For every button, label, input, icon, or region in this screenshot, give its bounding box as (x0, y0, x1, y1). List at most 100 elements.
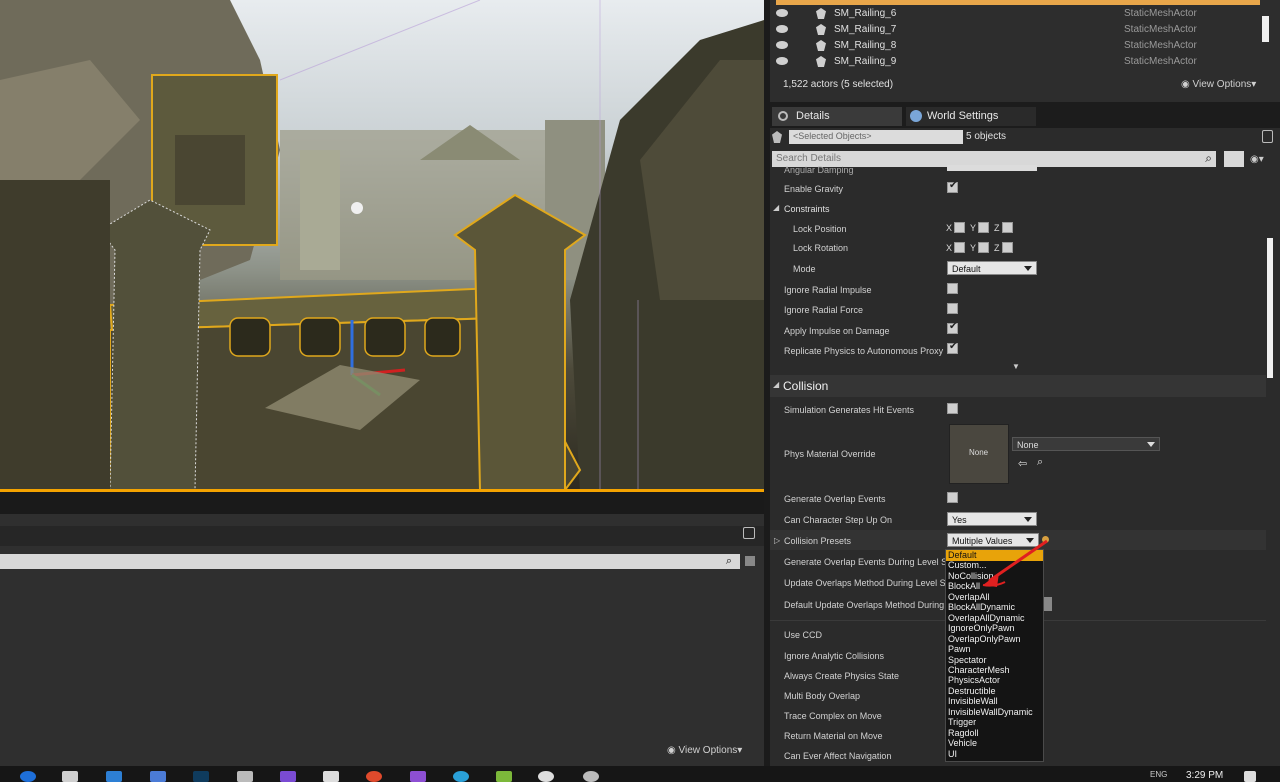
lock-rotation-label: Lock Rotation (793, 243, 849, 253)
axis-x-label: X (946, 243, 953, 253)
chevron-down-icon (1024, 517, 1032, 522)
dropdown-option[interactable]: OverlapAllDynamic (948, 613, 1025, 623)
bottom-view-options-button[interactable]: ◉ View Options▾ (667, 745, 742, 756)
dropdown-option[interactable]: Default (948, 550, 977, 560)
dropdown-option[interactable]: Pawn (948, 644, 971, 654)
actor-name: SM_Railing_7 (834, 24, 897, 35)
outliner-row[interactable]: SM_Railing_6 StaticMeshActor (776, 6, 1260, 22)
viber-icon[interactable] (280, 771, 296, 782)
replicate-physics-checkbox[interactable] (947, 341, 958, 354)
dropdown-option[interactable]: Vehicle (948, 738, 977, 748)
collision-category-header[interactable]: ◢ Collision (770, 375, 1266, 397)
angular-damping-field[interactable] (947, 165, 1037, 171)
dropdown-option[interactable]: Ragdoll (948, 728, 979, 738)
outliner-selected-row[interactable] (776, 0, 1260, 5)
actor-type: StaticMeshActor (1124, 56, 1197, 67)
browse-search-icon[interactable]: ⌕ (1037, 456, 1043, 469)
details-scrollbar[interactable] (1267, 238, 1273, 378)
use-selected-arrow-icon[interactable]: ⇦ (1018, 457, 1027, 470)
chrome-icon[interactable] (366, 771, 382, 782)
outliner-scrollbar[interactable] (1262, 16, 1269, 42)
visibility-icon[interactable] (776, 25, 788, 33)
dropdown-option[interactable]: Destructible (948, 686, 996, 696)
visibility-icon[interactable] (776, 41, 788, 49)
always-create-physics-label: Always Create Physics State (784, 671, 900, 681)
collapse-triangle-icon[interactable]: ◢ (773, 203, 779, 212)
explorer-icon[interactable] (237, 771, 253, 782)
dropdown-option[interactable]: IgnoreOnlyPawn (948, 623, 1015, 633)
axis-z-label: Z (994, 243, 1000, 253)
dropdown-option[interactable]: InvisibleWallDynamic (948, 707, 1033, 717)
lock-position-z-checkbox[interactable] (1002, 222, 1013, 233)
dropdown-option[interactable]: BlockAllDynamic (948, 602, 1015, 612)
dropdown-option[interactable]: UI (948, 749, 957, 759)
view-options-label: View Options (678, 745, 738, 756)
content-search-input[interactable]: ⌕ (0, 554, 740, 569)
ignore-radial-force-checkbox[interactable] (947, 303, 958, 314)
toolbox-icon[interactable] (62, 771, 78, 782)
actor-count: 1,522 actors (5 selected) (783, 79, 894, 90)
apply-impulse-checkbox[interactable] (947, 321, 958, 334)
expand-triangle-icon[interactable]: ▷ (774, 536, 780, 545)
lock-icon[interactable] (743, 527, 755, 539)
outliner-row[interactable]: SM_Railing_8 StaticMeshActor (776, 38, 1260, 54)
app-icon[interactable] (496, 771, 512, 782)
grid-view-icon[interactable] (1224, 151, 1244, 167)
edge-icon[interactable] (106, 771, 122, 782)
save-icon[interactable] (745, 556, 755, 566)
lock-rotation-z-checkbox[interactable] (1002, 242, 1013, 253)
search-icon[interactable]: ⌕ (726, 555, 732, 568)
lock-icon[interactable] (1262, 130, 1273, 143)
tab-details[interactable]: Details (772, 107, 902, 126)
notification-icon[interactable] (1244, 771, 1256, 782)
ignore-radial-force-label: Ignore Radial Force (784, 305, 864, 315)
enable-gravity-checkbox[interactable] (947, 180, 958, 193)
unreal-engine-icon[interactable] (538, 771, 554, 782)
outliner-view-options-button[interactable]: ◉ View Options▾ (1181, 79, 1256, 90)
start-icon[interactable] (20, 771, 36, 782)
visibility-icon[interactable] (776, 57, 788, 65)
actor-name: SM_Railing_6 (834, 8, 897, 19)
lock-rotation-x-checkbox[interactable] (954, 242, 965, 253)
settings-gear-icon[interactable] (323, 771, 339, 782)
lock-position-label: Lock Position (793, 224, 847, 234)
eye-visibility-icon[interactable]: ◉▾ (1250, 154, 1264, 165)
lock-position-x-checkbox[interactable] (954, 222, 965, 233)
sim-hit-events-checkbox[interactable] (947, 403, 958, 414)
app-icon[interactable] (583, 771, 599, 782)
level-viewport[interactable] (0, 0, 764, 492)
lock-rotation-y-checkbox[interactable] (978, 242, 989, 253)
dropdown-option[interactable]: CharacterMesh (948, 665, 1010, 675)
language-indicator[interactable]: ENG (1150, 770, 1167, 779)
telegram-icon[interactable] (453, 771, 469, 782)
selected-objects-field[interactable]: <Selected Objects> (789, 130, 963, 144)
search-icon[interactable]: ⌕ (1205, 151, 1212, 166)
collision-presets-label: Collision Presets (784, 536, 852, 546)
phys-material-combo[interactable]: None (1012, 437, 1160, 451)
apply-impulse-label: Apply Impulse on Damage (784, 326, 890, 336)
visual-studio-icon[interactable] (410, 771, 426, 782)
save-app-icon[interactable] (150, 771, 166, 782)
lock-position-y-checkbox[interactable] (978, 222, 989, 233)
can-step-up-value: Yes (952, 515, 967, 525)
outliner-row[interactable]: SM_Railing_9 StaticMeshActor (776, 54, 1260, 70)
content-panel (0, 514, 764, 766)
dropdown-option[interactable]: OverlapOnlyPawn (948, 634, 1021, 644)
gen-overlap-events-checkbox[interactable] (947, 492, 958, 503)
advanced-expand-icon[interactable]: ▼ (1012, 362, 1020, 371)
clock[interactable]: 3:29 PM (1186, 770, 1223, 781)
photoshop-icon[interactable] (193, 771, 209, 782)
outliner-row[interactable]: SM_Railing_7 StaticMeshActor (776, 22, 1260, 38)
dropdown-option[interactable]: Spectator (948, 655, 987, 665)
tab-world-settings[interactable]: World Settings (906, 107, 1036, 126)
sim-hit-events-label: Simulation Generates Hit Events (784, 405, 915, 415)
dropdown-option[interactable]: PhysicsActor (948, 675, 1000, 685)
dropdown-option[interactable]: InvisibleWall (948, 696, 998, 706)
dropdown-option[interactable]: Trigger (948, 717, 976, 727)
visibility-icon[interactable] (776, 9, 788, 17)
ignore-radial-impulse-checkbox[interactable] (947, 283, 958, 294)
can-step-up-combo[interactable]: Yes (947, 512, 1037, 526)
actor-name: SM_Railing_9 (834, 56, 897, 67)
material-thumbnail[interactable]: None (949, 424, 1009, 484)
mode-combo[interactable]: Default (947, 261, 1037, 275)
